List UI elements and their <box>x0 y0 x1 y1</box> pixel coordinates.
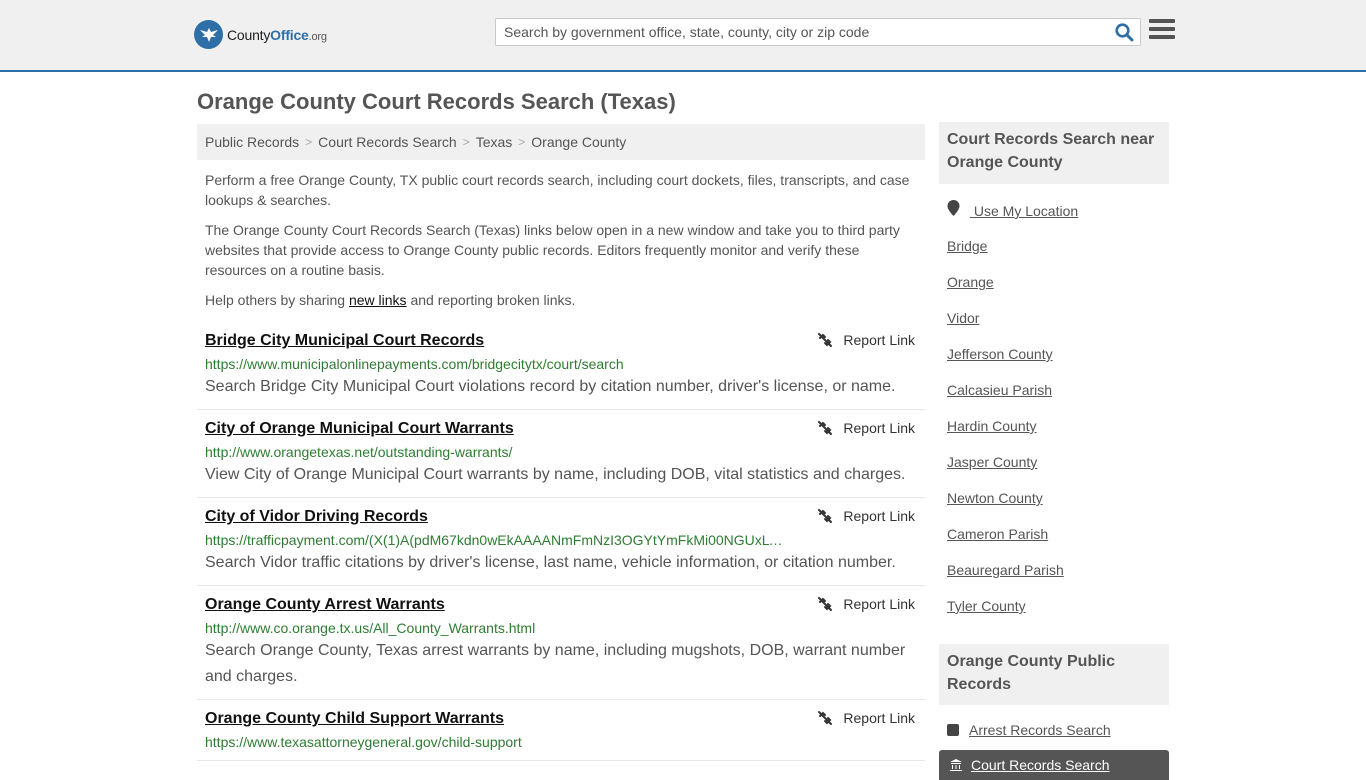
use-my-location-link[interactable]: Use My Location <box>947 200 1078 236</box>
report-link-button[interactable]: Report Link <box>817 420 915 436</box>
report-link-label: Report Link <box>843 596 915 612</box>
public-record-item: Arrest Records Search <box>947 722 1111 738</box>
intro-paragraph-2: The Orange County Court Records Search (… <box>205 222 900 278</box>
logo-wordmark: CountyOffice.org <box>227 27 327 43</box>
eagle-seal-icon <box>194 20 223 49</box>
result-url-link[interactable]: https://www.texasattorneygeneral.gov/chi… <box>205 733 785 751</box>
nearby-link[interactable]: Beauregard Parish <box>947 560 1078 596</box>
breadcrumb-separator-icon: > <box>462 135 470 149</box>
intro-help-text: Help others by sharing <box>205 292 349 308</box>
result-item: Orange County Arrest Warrants http://www… <box>197 586 925 700</box>
arrest-records-search-link[interactable]: Arrest Records Search <box>969 722 1111 738</box>
report-link-label: Report Link <box>843 420 915 436</box>
courthouse-icon <box>950 759 962 771</box>
broken-link-icon <box>818 421 833 435</box>
new-links-link[interactable]: new links <box>349 292 407 308</box>
result-url-link[interactable]: http://www.orangetexas.net/outstanding-w… <box>205 443 785 461</box>
page-title: Orange County Court Records Search (Texa… <box>197 89 676 114</box>
result-item: Orange County Child Support Warrants htt… <box>197 700 925 761</box>
result-item: Bridge City Municipal Court Records http… <box>197 322 925 410</box>
logo-part-county: County <box>227 26 271 43</box>
nearby-list: Use My Location Bridge Orange Vidor Jeff… <box>947 200 1078 632</box>
report-link-label: Report Link <box>843 332 915 348</box>
result-title-link[interactable]: Orange County Child Support Warrants <box>205 709 917 729</box>
hamburger-menu-icon[interactable] <box>1149 19 1175 43</box>
result-item: City of Vidor Driving Records https://tr… <box>197 498 925 586</box>
report-link-button[interactable]: Report Link <box>817 508 915 524</box>
breadcrumb-separator-icon: > <box>305 135 313 149</box>
breadcrumb-separator-icon: > <box>518 135 526 149</box>
report-link-button[interactable]: Report Link <box>817 332 915 348</box>
breadcrumb-orange-county[interactable]: Orange County <box>531 134 626 150</box>
intro-paragraph-1: Perform a free Orange County, TX public … <box>205 172 910 208</box>
site-logo[interactable]: CountyOffice.org <box>194 20 327 49</box>
nearby-link[interactable]: Newton County <box>947 488 1078 524</box>
search-button[interactable] <box>1112 21 1136 43</box>
nearby-link[interactable]: Cameron Parish <box>947 524 1078 560</box>
result-description: Search Orange County, Texas arrest warra… <box>205 642 906 685</box>
results-list: Bridge City Municipal Court Records http… <box>197 322 925 761</box>
report-link-label: Report Link <box>843 508 915 524</box>
intro-help-text-end: and reporting broken links. <box>406 292 576 308</box>
nearby-link[interactable]: Bridge <box>947 236 1078 272</box>
result-title-link[interactable]: Orange County Arrest Warrants <box>205 595 917 615</box>
result-title-link[interactable]: City of Orange Municipal Court Warrants <box>205 419 917 439</box>
result-title-link[interactable]: City of Vidor Driving Records <box>205 507 917 527</box>
result-description: View City of Orange Municipal Court warr… <box>205 466 906 483</box>
broken-link-icon <box>818 509 833 523</box>
breadcrumb-public-records[interactable]: Public Records <box>205 134 299 150</box>
logo-part-office: Office <box>270 26 309 43</box>
report-link-button[interactable]: Report Link <box>817 710 915 726</box>
search-input[interactable] <box>496 19 1106 45</box>
result-url-link[interactable]: https://www.municipalonlinepayments.com/… <box>205 355 785 373</box>
court-records-search-link[interactable]: Court Records Search <box>971 757 1110 773</box>
broken-link-icon <box>818 711 833 725</box>
nearby-link[interactable]: Vidor <box>947 308 1078 344</box>
public-record-item-active: Court Records Search <box>939 750 1169 780</box>
result-url-link[interactable]: https://trafficpayment.com/(X(1)A(pdM67k… <box>205 531 785 549</box>
report-link-label: Report Link <box>843 710 915 726</box>
breadcrumb-texas[interactable]: Texas <box>476 134 513 150</box>
result-item: City of Orange Municipal Court Warrants … <box>197 410 925 498</box>
intro-paragraph-3: Help others by sharing new links and rep… <box>205 290 917 310</box>
result-description: Search Bridge City Municipal Court viola… <box>205 378 896 395</box>
result-title-link[interactable]: Bridge City Municipal Court Records <box>205 331 917 351</box>
result-description: Search Vidor traffic citations by driver… <box>205 554 896 571</box>
nearby-link[interactable]: Calcasieu Parish <box>947 380 1078 416</box>
broken-link-icon <box>818 333 833 347</box>
nearby-link[interactable]: Tyler County <box>947 596 1078 632</box>
report-link-button[interactable]: Report Link <box>817 596 915 612</box>
site-header: CountyOffice.org <box>0 0 1366 72</box>
map-pin-icon <box>947 200 960 216</box>
breadcrumb: Public Records > Court Records Search > … <box>197 124 925 160</box>
search-icon <box>1114 22 1133 41</box>
nearby-link[interactable]: Jasper County <box>947 452 1078 488</box>
nearby-link[interactable]: Jefferson County <box>947 344 1078 380</box>
nearby-link[interactable]: Orange <box>947 272 1078 308</box>
sidebar-heading-nearby: Court Records Search near Orange County <box>939 122 1169 184</box>
search-bar <box>495 18 1141 46</box>
breadcrumb-court-records-search[interactable]: Court Records Search <box>318 134 457 150</box>
broken-link-icon <box>818 597 833 611</box>
result-url-link[interactable]: http://www.co.orange.tx.us/All_County_Wa… <box>205 619 785 637</box>
nearby-link[interactable]: Hardin County <box>947 416 1078 452</box>
square-bullet-icon <box>947 724 959 736</box>
logo-part-org: .org <box>308 30 327 43</box>
sidebar-heading-public-records: Orange County Public Records <box>939 644 1169 705</box>
use-my-location-label: Use My Location <box>973 203 1079 219</box>
